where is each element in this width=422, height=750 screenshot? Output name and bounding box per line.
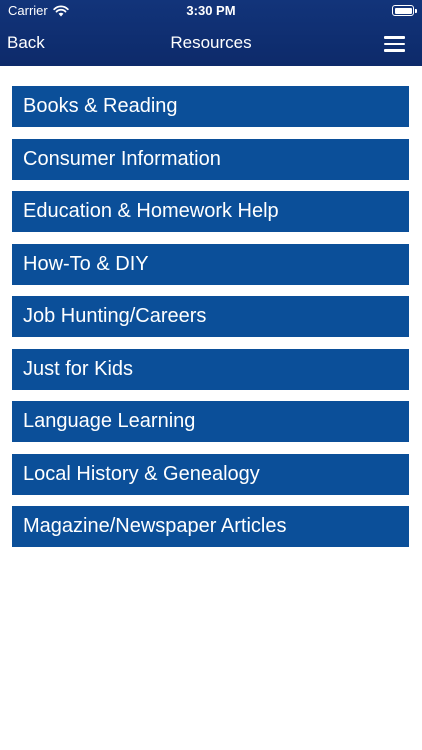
- resource-item-job-hunting-careers[interactable]: Job Hunting/Careers: [12, 296, 409, 337]
- resource-item-local-history-genealogy[interactable]: Local History & Genealogy: [12, 453, 409, 495]
- resource-item-language-learning[interactable]: Language Learning: [12, 401, 409, 442]
- status-bar: Carrier 3:30 PM: [0, 0, 422, 22]
- resources-list: Books & Reading Consumer Information Edu…: [12, 86, 409, 559]
- resource-item-how-to-diy[interactable]: How-To & DIY: [12, 243, 409, 285]
- top-bar: Carrier 3:30 PM Back Resources: [0, 0, 422, 66]
- resource-item-just-for-kids[interactable]: Just for Kids: [12, 348, 409, 390]
- menu-line: [384, 36, 405, 39]
- navigation-bar: Back Resources: [0, 22, 422, 66]
- battery-level: [394, 7, 412, 14]
- resource-item-books-reading[interactable]: Books & Reading: [12, 86, 409, 127]
- menu-line: [384, 42, 405, 45]
- menu-line: [384, 49, 405, 52]
- page-title: Resources: [170, 33, 252, 52]
- resource-item-consumer-information[interactable]: Consumer Information: [12, 138, 409, 180]
- status-time: 3:30 PM: [186, 3, 236, 18]
- battery-icon: [392, 5, 417, 16]
- hamburger-menu-icon[interactable]: [384, 35, 406, 53]
- resource-item-magazine-newspaper-articles[interactable]: Magazine/Newspaper Articles: [12, 506, 409, 547]
- resource-item-education-homework-help[interactable]: Education & Homework Help: [12, 191, 409, 232]
